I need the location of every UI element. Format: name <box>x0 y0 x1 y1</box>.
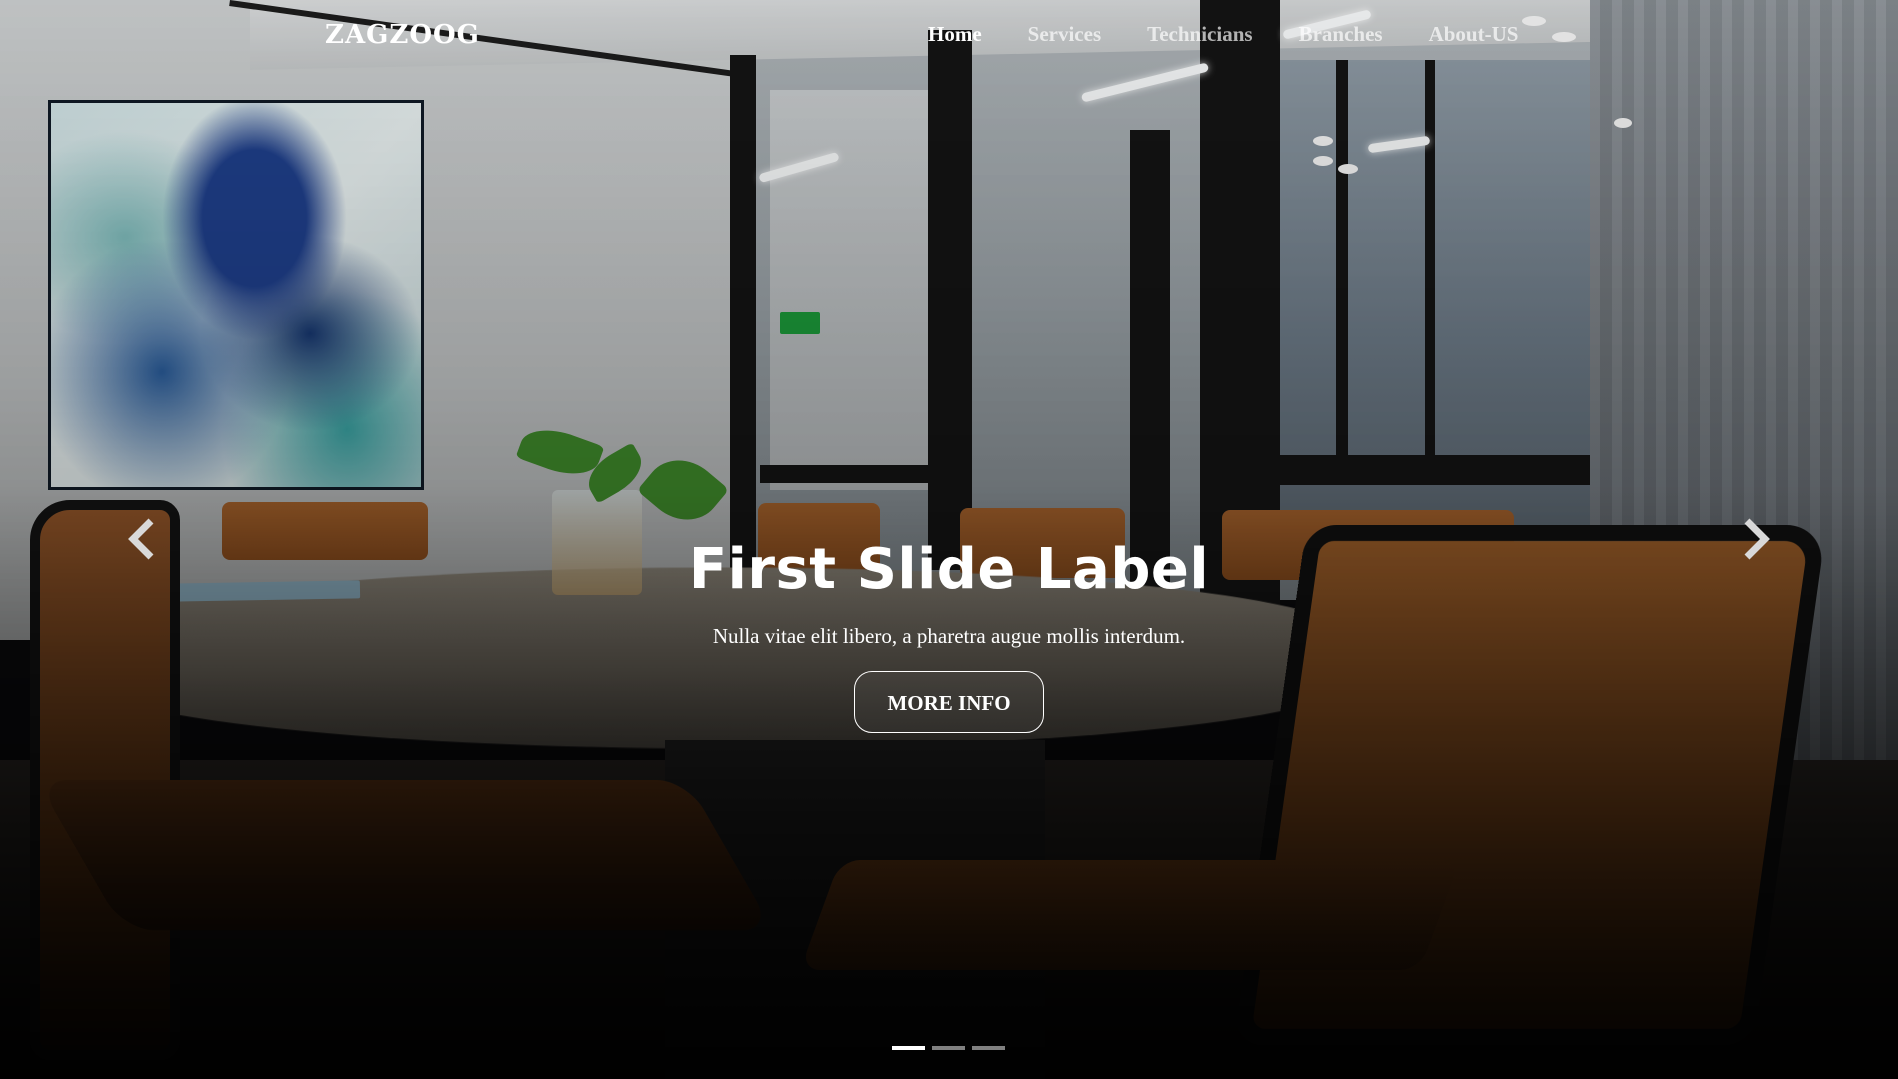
nav-item-home[interactable]: Home <box>928 22 982 46</box>
nav-item-about-us[interactable]: About-US <box>1429 22 1519 46</box>
carousel-caption: First Slide Label Nulla vitae elit liber… <box>0 534 1898 733</box>
nav-item-technicians[interactable]: Technicians <box>1147 22 1252 46</box>
more-info-button[interactable]: MORE INFO <box>854 671 1044 733</box>
nav-item-services[interactable]: Services <box>1028 22 1101 46</box>
carousel-indicator-3[interactable] <box>972 1046 1005 1050</box>
carousel-indicator-2[interactable] <box>932 1046 965 1050</box>
carousel-indicators <box>892 1046 1005 1050</box>
slide-title: First Slide Label <box>0 534 1898 606</box>
slide-description: Nulla vitae elit libero, a pharetra augu… <box>0 624 1898 649</box>
hero-carousel: ZAGZOOG Home Services Technicians Branch… <box>0 0 1898 1079</box>
brand-logo[interactable]: ZAGZOOG <box>325 20 480 50</box>
nav-item-branches[interactable]: Branches <box>1299 22 1383 46</box>
navbar: ZAGZOOG Home Services Technicians Branch… <box>0 18 1898 54</box>
nav-menu: Home Services Technicians Branches About… <box>928 22 1564 47</box>
carousel-indicator-1[interactable] <box>892 1046 925 1050</box>
